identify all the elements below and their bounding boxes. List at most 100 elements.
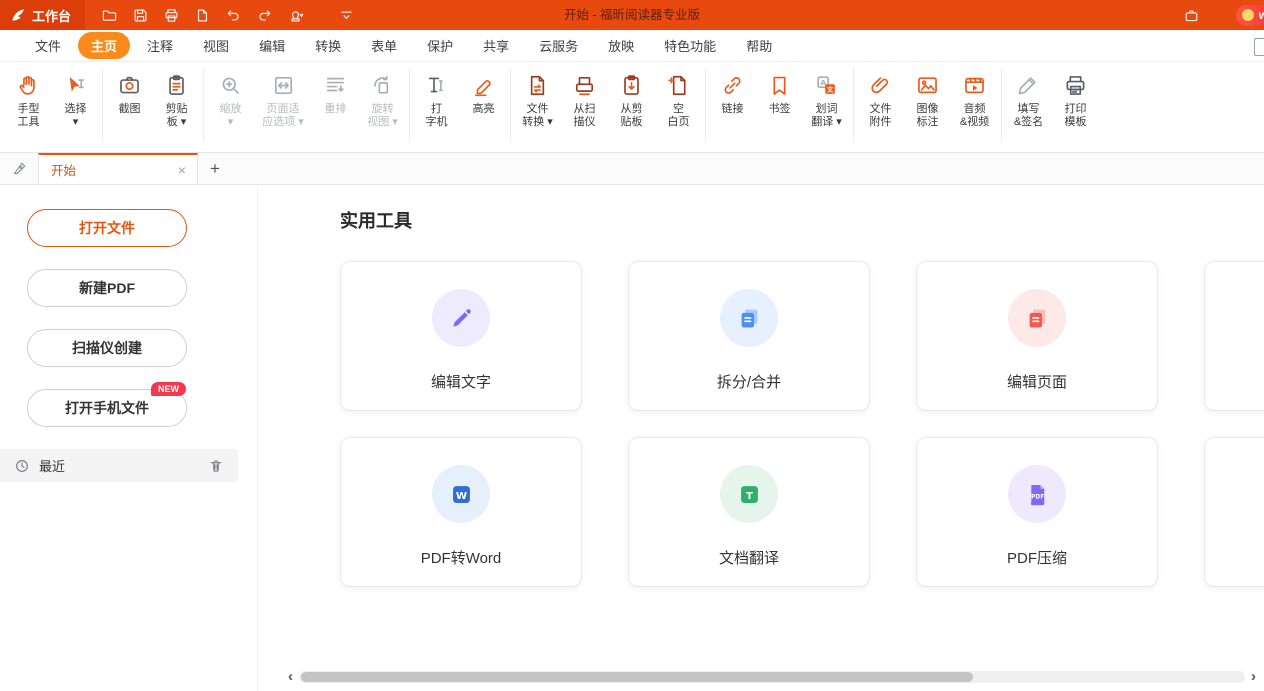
clear-recent-icon[interactable] — [208, 458, 224, 474]
recent-files-row[interactable]: 最近 — [0, 449, 238, 482]
menu-cloud[interactable]: 云服务 — [526, 32, 591, 59]
print-template-icon — [1063, 72, 1088, 98]
ribbon-item-snapshot[interactable]: 截图 — [106, 68, 153, 120]
scrollbar-thumb[interactable] — [301, 672, 973, 682]
save-icon[interactable] — [128, 4, 152, 26]
split-merge-icon — [720, 289, 778, 347]
typewriter-icon — [424, 72, 449, 98]
card-doc-translate[interactable]: T 文档翻译 — [628, 437, 870, 587]
select-icon — [63, 72, 88, 98]
link-icon — [720, 72, 745, 98]
card-label: PDF压缩 — [1007, 547, 1067, 568]
vip-button[interactable]: w — [1236, 5, 1264, 26]
ribbon-item-from-scanner[interactable]: 从扫 描仪 — [561, 68, 608, 133]
card-pdf-compress[interactable]: PDF PDF压缩 — [916, 437, 1158, 587]
redo-icon[interactable] — [252, 4, 276, 26]
ribbon-item-translate[interactable]: A文 划词 翻译 ▾ — [803, 68, 850, 133]
tab-close-icon[interactable]: × — [175, 162, 189, 178]
bookmark-icon — [767, 72, 792, 98]
zoom-icon — [218, 72, 243, 98]
ribbon-item-file-attachment[interactable]: 文件 附件 — [857, 68, 904, 133]
export-icon[interactable] — [190, 4, 214, 26]
new-badge: NEW — [151, 382, 186, 396]
tool-card-grid: 编辑文字 拆分/合并 编辑页面 W — [340, 261, 1264, 587]
menubar: 文件 主页 注释 视图 编辑 转换 表单 保护 共享 云服务 放映 特色功能 帮… — [0, 30, 1264, 62]
start-page: 打开文件 新建PDF 扫描仪创建 打开手机文件 NEW 最近 实用工具 — [0, 185, 1264, 691]
ribbon-item-fill-sign[interactable]: 填写 &签名 — [1005, 68, 1052, 133]
print-icon[interactable] — [159, 4, 183, 26]
ribbon-item-from-clipboard[interactable]: 从剪 贴板 — [608, 68, 655, 133]
stamp-icon[interactable]: ▾ — [283, 4, 307, 26]
toolbox-icon[interactable] — [1180, 4, 1204, 26]
scanner-icon — [572, 72, 597, 98]
ribbon-group-comment: 打 字机 高亮 — [410, 68, 511, 142]
menu-help[interactable]: 帮助 — [733, 32, 785, 59]
ribbon-item-rotate-view[interactable]: 旋转 视图 ▾ — [359, 68, 406, 133]
snapshot-icon — [117, 72, 142, 98]
card-split-merge[interactable]: 拆分/合并 — [628, 261, 870, 411]
open-file-icon[interactable] — [97, 4, 121, 26]
hand-icon — [16, 72, 41, 98]
ribbon-item-highlight[interactable]: 高亮 — [460, 68, 507, 120]
svg-text:文: 文 — [826, 84, 834, 93]
menu-convert[interactable]: 转换 — [302, 32, 354, 59]
sidebar: 打开文件 新建PDF 扫描仪创建 打开手机文件 NEW 最近 — [0, 185, 258, 691]
edit-text-icon — [432, 289, 490, 347]
menu-present[interactable]: 放映 — [595, 32, 647, 59]
ribbon-item-audio-video[interactable]: 音频 &视频 — [951, 68, 998, 133]
card-edit-pages[interactable]: 编辑页面 — [916, 261, 1158, 411]
open-mobile-file-button[interactable]: 打开手机文件 NEW — [27, 389, 187, 427]
scanner-create-button[interactable]: 扫描仪创建 — [27, 329, 187, 367]
ribbon-item-blank-page[interactable]: 空 白页 — [655, 68, 702, 133]
card-pdf-to-word[interactable]: W PDF转Word — [340, 437, 582, 587]
quick-access-toolbar: ▾ — [97, 4, 358, 26]
menu-edit[interactable]: 编辑 — [246, 32, 298, 59]
ribbon-item-convert-files[interactable]: 文件 转换 ▾ — [514, 68, 561, 133]
tab-start[interactable]: 开始 × — [38, 153, 198, 184]
menu-features[interactable]: 特色功能 — [651, 32, 729, 59]
card-label: 编辑页面 — [1007, 371, 1067, 392]
card-partial[interactable] — [1204, 261, 1264, 411]
card-label: 编辑文字 — [431, 371, 491, 392]
ribbon-item-hand-tool[interactable]: 手型 工具 — [5, 68, 52, 133]
scroll-left-icon[interactable]: ‹ — [288, 669, 293, 685]
ribbon-item-typewriter[interactable]: 打 字机 — [413, 68, 460, 133]
ribbon-item-fit-page-options[interactable]: 页面适 应选项 ▾ — [254, 68, 312, 133]
ribbon-item-zoom[interactable]: 缩放 ▾ — [207, 68, 254, 133]
new-pdf-button[interactable]: 新建PDF — [27, 269, 187, 307]
section-title: 实用工具 — [340, 207, 1264, 233]
quick-launch-icon[interactable] — [0, 153, 38, 184]
ribbon-item-image-annotation[interactable]: 图像 标注 — [904, 68, 951, 133]
menu-comment[interactable]: 注释 — [134, 32, 186, 59]
menu-share[interactable]: 共享 — [470, 32, 522, 59]
undo-icon[interactable] — [221, 4, 245, 26]
ribbon-group-sign-print: 填写 &签名 打印 模板 — [1002, 68, 1102, 142]
blank-page-icon — [666, 72, 691, 98]
scrollbar-track[interactable] — [299, 671, 1245, 683]
collapse-toolbar-icon[interactable] — [334, 4, 358, 26]
menu-home[interactable]: 主页 — [78, 32, 130, 59]
find-icon[interactable] — [1254, 38, 1264, 56]
reflow-icon — [323, 72, 348, 98]
open-file-button[interactable]: 打开文件 — [27, 209, 187, 247]
from-clipboard-icon — [619, 72, 644, 98]
menu-file[interactable]: 文件 — [22, 32, 74, 59]
titlebar: 工作台 ▾ 开始 - 福昕阅读器专业版 w — [0, 0, 1264, 30]
ribbon-item-clipboard[interactable]: 剪贴 板 ▾ — [153, 68, 200, 133]
menu-view[interactable]: 视图 — [190, 32, 242, 59]
new-tab-button[interactable]: + — [198, 153, 232, 184]
card-edit-text[interactable]: 编辑文字 — [340, 261, 582, 411]
ribbon-item-link[interactable]: 链接 — [709, 68, 756, 120]
ribbon-item-print-template[interactable]: 打印 模板 — [1052, 68, 1099, 133]
card-partial[interactable] — [1204, 437, 1264, 587]
ribbon-item-reflow[interactable]: 重排 — [312, 68, 359, 120]
ribbon-item-bookmark[interactable]: 书签 — [756, 68, 803, 120]
ribbon-group-view: 缩放 ▾ 页面适 应选项 ▾ 重排 旋转 视图 ▾ — [204, 68, 410, 142]
scroll-right-icon[interactable]: › — [1251, 669, 1256, 685]
workspace-button[interactable]: 工作台 — [0, 0, 85, 30]
menu-protect[interactable]: 保护 — [414, 32, 466, 59]
menu-form[interactable]: 表单 — [358, 32, 410, 59]
foxit-reader-window: 工作台 ▾ 开始 - 福昕阅读器专业版 w 文件 主页 注释 视图 编辑 转换 — [0, 0, 1264, 691]
card-label: PDF转Word — [421, 547, 502, 568]
ribbon-item-select[interactable]: 选择 ▾ — [52, 68, 99, 133]
